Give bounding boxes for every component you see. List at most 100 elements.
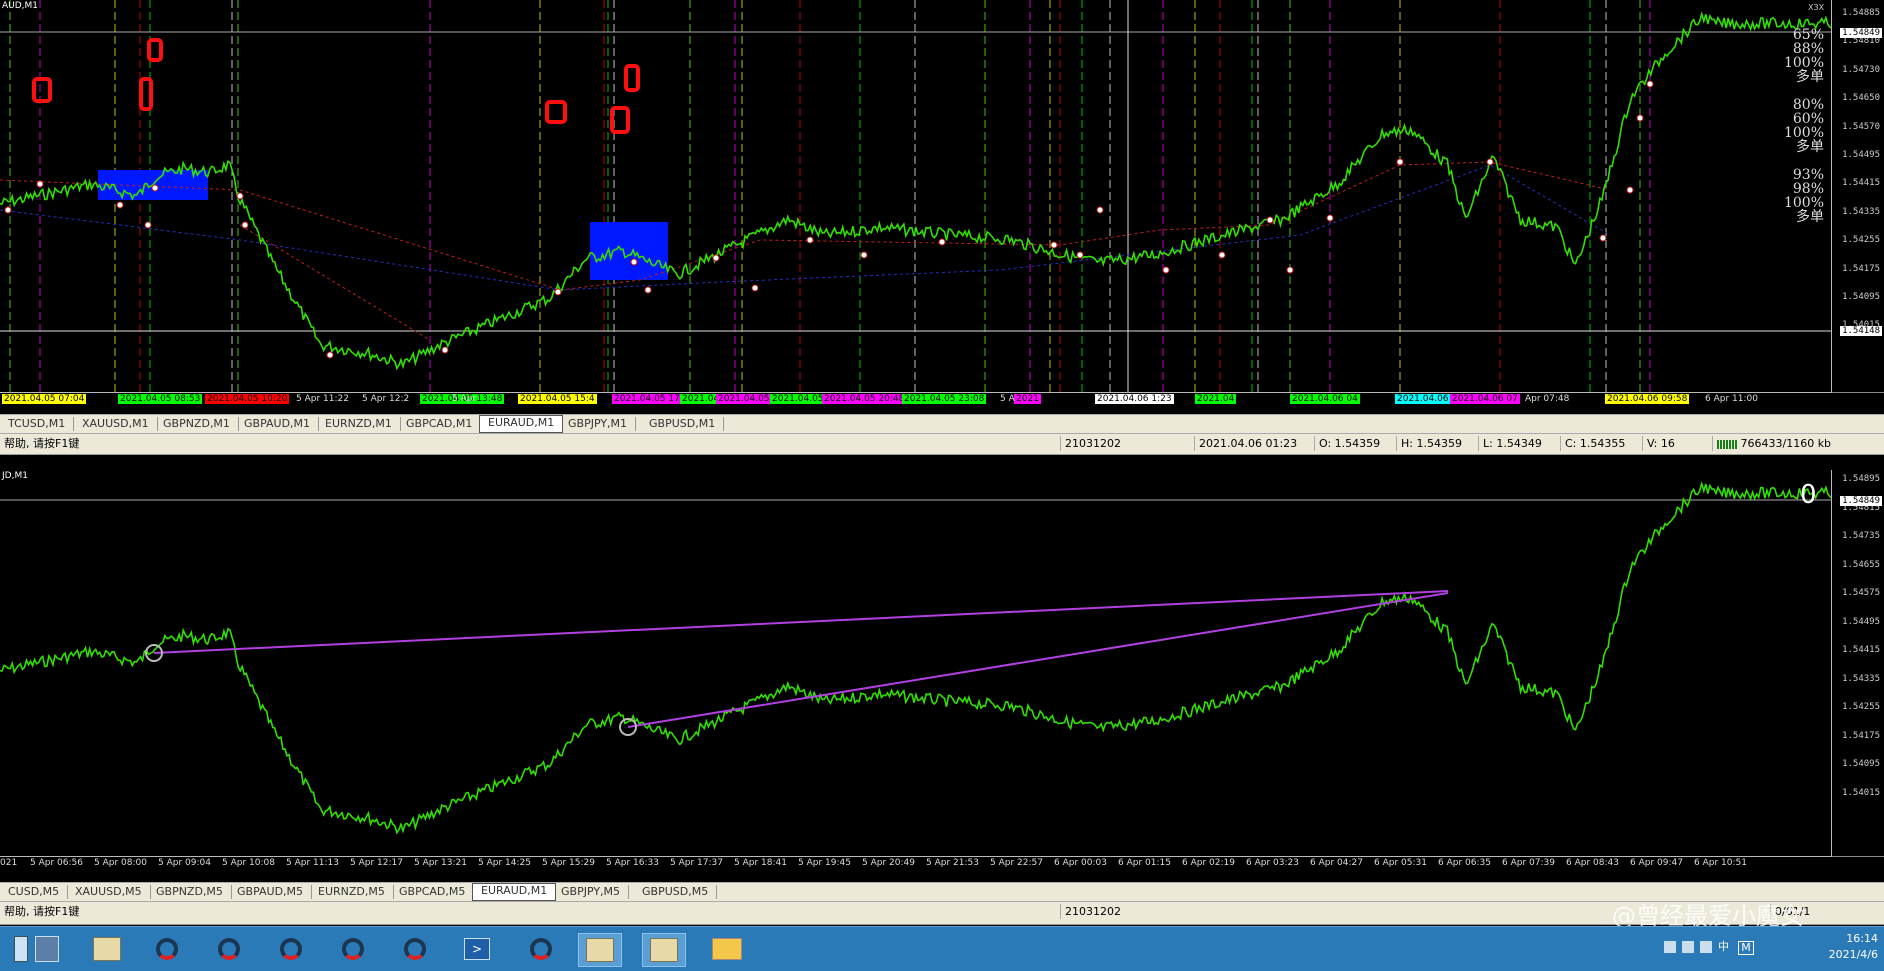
order-marker[interactable] — [751, 284, 759, 292]
bottom-chart-tab[interactable]: GBPAUD,M5 — [229, 885, 313, 899]
tray-monitor-icon[interactable] — [1682, 941, 1694, 953]
bottom-chart-tab[interactable]: CUSD,M5 — [0, 885, 69, 899]
top-chart-tab[interactable]: GBPUSD,M1 — [641, 417, 725, 431]
order-marker[interactable] — [938, 238, 946, 246]
bottom-chart-tab[interactable]: GBPNZD,M5 — [148, 885, 232, 899]
order-marker[interactable] — [326, 351, 334, 359]
order-marker[interactable] — [144, 221, 152, 229]
order-marker[interactable] — [241, 221, 249, 229]
taskbar-ring-2-button[interactable] — [208, 933, 250, 965]
top-chart-tab[interactable]: TCUSD,M1 — [0, 417, 75, 431]
order-marker[interactable] — [151, 184, 159, 192]
order-marker[interactable] — [1076, 251, 1084, 259]
taskbar-ring-5-button[interactable] — [394, 933, 436, 965]
time-label: 5 A — [1000, 394, 1015, 404]
order-marker[interactable] — [441, 346, 449, 354]
taskbar-ring-1-button[interactable] — [146, 933, 188, 965]
order-marker[interactable] — [1486, 158, 1494, 166]
order-marker[interactable] — [1636, 114, 1644, 122]
top-chart-plot[interactable] — [0, 0, 1832, 392]
order-marker[interactable] — [1326, 214, 1334, 222]
top-chart-tab[interactable]: GBPCAD,M1 — [398, 417, 482, 431]
order-marker[interactable] — [1096, 206, 1104, 214]
order-marker[interactable] — [644, 286, 652, 294]
time-tag: 2021.04.06 09:58 — [1605, 394, 1690, 404]
tray-speaker-icon[interactable] — [1700, 941, 1712, 953]
top-price-label: 1.54650 — [1842, 93, 1880, 104]
server-icon — [35, 936, 59, 962]
time-label: 5 Apr 15:29 — [542, 858, 595, 868]
time-label: 5 Apr 17:37 — [670, 858, 723, 868]
top-price-axis[interactable]: 1.54885 1.54810 1.54730 1.54650 1.54570 1.544… — [1831, 0, 1884, 392]
order-marker[interactable] — [36, 180, 44, 188]
order-marker[interactable] — [1286, 266, 1294, 274]
clock-time: 16:14 — [1846, 932, 1878, 945]
order-marker[interactable] — [1050, 241, 1058, 249]
time-label: 5 Apr 11:22 — [296, 394, 349, 404]
order-marker[interactable] — [4, 206, 12, 214]
order-marker[interactable] — [1266, 216, 1274, 224]
top-chart-tab[interactable]: EURAUD,M1 — [479, 415, 564, 433]
taskbar-server-button[interactable] — [26, 933, 68, 965]
top-chart-tab[interactable]: GBPNZD,M1 — [155, 417, 239, 431]
order-marker[interactable] — [860, 251, 868, 259]
taskbar-powershell-button[interactable]: > — [456, 933, 498, 965]
order-marker[interactable] — [806, 236, 814, 244]
tray-icons[interactable]: 中 M — [1664, 941, 1784, 955]
order-marker[interactable] — [630, 258, 638, 266]
order-marker[interactable] — [554, 288, 562, 296]
taskbar-terminal-3-button[interactable] — [642, 933, 686, 967]
order-marker[interactable] — [1396, 158, 1404, 166]
order-marker[interactable] — [236, 192, 244, 200]
bottom-chart-tab[interactable]: GBPJPY,M5 — [553, 885, 630, 899]
status-high: H: 1.54359 — [1396, 436, 1481, 451]
top-price-label: 1.54095 — [1842, 292, 1880, 302]
bottom-chart-tab[interactable]: GBPCAD,M5 — [391, 885, 475, 899]
taskbar-ring-3-button[interactable] — [270, 933, 312, 965]
bottom-chart-tab[interactable]: XAUUSD,M5 — [67, 885, 151, 899]
order-marker[interactable] — [1626, 186, 1634, 194]
taskbar-folder-button[interactable] — [706, 933, 748, 965]
time-label: 5 Apr 13:21 — [414, 858, 467, 868]
bottom-chart-plot[interactable] — [0, 470, 1832, 856]
order-marker[interactable] — [1599, 234, 1607, 242]
powershell-icon: > — [464, 938, 490, 960]
top-cursor-price-box: 1.54148 — [1840, 326, 1882, 336]
top-chart-tab[interactable]: GBPJPY,M1 — [560, 417, 637, 431]
taskbar-terminal-2-button[interactable] — [578, 933, 622, 967]
time-label: 5 Apr 12:2 — [362, 394, 410, 404]
order-marker[interactable] — [712, 254, 720, 262]
time-label: 5 Apr — [452, 394, 477, 404]
bottom-price-label: 1.54415 — [1842, 645, 1880, 655]
time-label: 6 Apr 01:15 — [1118, 858, 1171, 868]
bottom-chart-tab[interactable]: EURAUD,M1 — [472, 883, 557, 901]
top-chart-tab[interactable]: GBPAUD,M1 — [236, 417, 320, 431]
order-marker[interactable] — [1218, 251, 1226, 259]
time-label: 5 Apr 22:57 — [990, 858, 1043, 868]
order-marker[interactable] — [1162, 266, 1170, 274]
position-pct-block: 80% 60% 100% 多单 — [1776, 98, 1824, 154]
top-chart-tab[interactable]: EURNZD,M1 — [317, 417, 401, 431]
bottom-price-axis[interactable]: 1.54895 1.54815 1.54735 1.54655 1.54575 1.544… — [1831, 470, 1884, 856]
tray-ime-icon[interactable]: 中 — [1718, 941, 1732, 953]
bottom-chart-pane[interactable]: JD,M1 0 1.54895 1.54815 1.54735 1.54655 1.54… — [0, 470, 1884, 857]
top-price-label: 1.54495 — [1842, 150, 1880, 160]
bottom-current-price-box: 1.54849 — [1840, 496, 1882, 506]
order-marker[interactable] — [116, 201, 124, 209]
top-price-label: 1.54415 — [1842, 178, 1880, 189]
tray-network-icon[interactable] — [1664, 941, 1676, 953]
top-chart-pane[interactable]: AUD,M1 X3X 1.54885 1.54810 1.54730 1.54650 1… — [0, 0, 1884, 393]
bottom-price-label: 1.54255 — [1842, 702, 1880, 712]
top-chart-tab[interactable]: XAUUSD,M1 — [74, 417, 158, 431]
bottom-chart-tab[interactable]: EURNZD,M5 — [310, 885, 394, 899]
ring-app-icon — [342, 938, 364, 960]
bottom-chart-tab[interactable]: GBPUSD,M5 — [634, 885, 718, 899]
order-marker[interactable] — [1646, 80, 1654, 88]
taskbar-terminal-1-button[interactable] — [86, 933, 128, 965]
time-label: 6 Apr 00:03 — [1054, 858, 1107, 868]
taskbar-ring-6-button[interactable] — [520, 933, 562, 965]
time-label: 6 Apr 06:35 — [1438, 858, 1491, 868]
taskbar-ring-4-button[interactable] — [332, 933, 374, 965]
taskbar-clock[interactable]: 16:14 2021/4/6 — [1829, 931, 1878, 963]
tray-lang-indicator[interactable]: M — [1738, 941, 1754, 955]
